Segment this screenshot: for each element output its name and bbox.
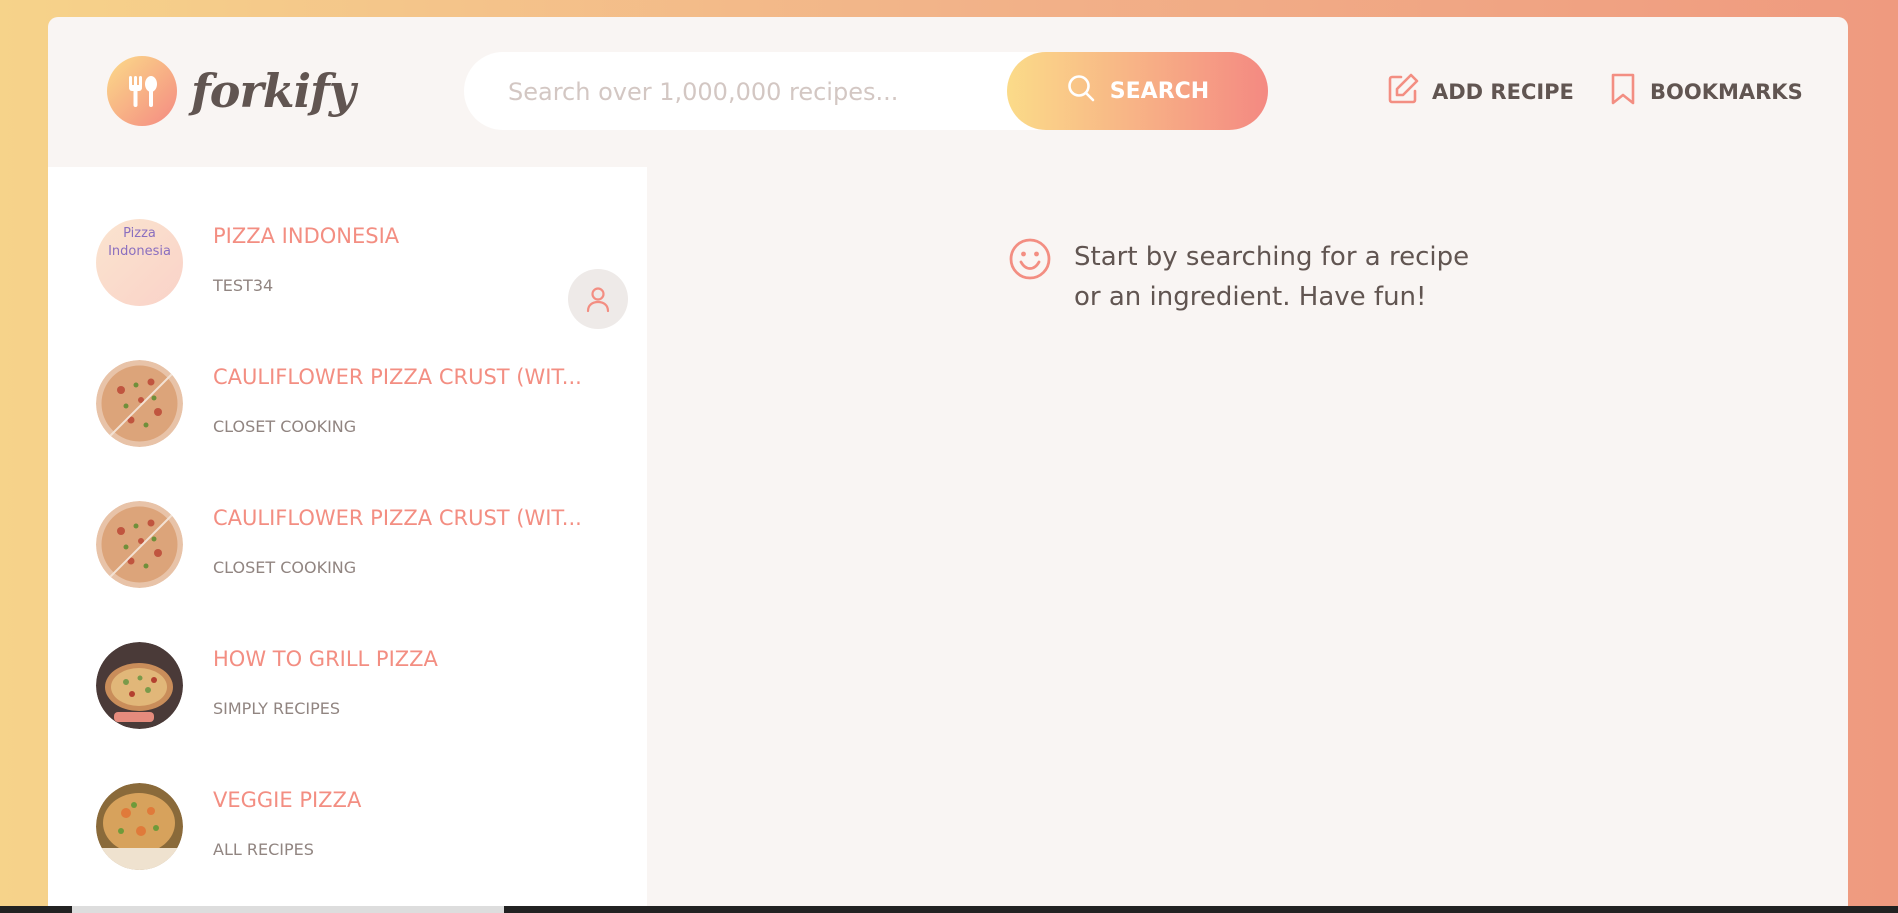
- result-item[interactable]: Pizza Indonesia PIZZA INDONESIA TEST34: [48, 167, 647, 329]
- search-results: Pizza Indonesia PIZZA INDONESIA TEST34 C…: [48, 167, 647, 913]
- result-publisher: TEST34: [213, 276, 274, 295]
- recipe-image: Pizza Indonesia: [96, 219, 183, 306]
- logo-text: forkify: [191, 64, 356, 118]
- result-title: CAULIFLOWER PIZZA CRUST (WIT...: [213, 506, 582, 530]
- app-container: forkify SEARCH ADD RECI: [48, 17, 1848, 913]
- recipe-image-alt: Pizza Indonesia: [108, 226, 171, 259]
- search-icon: [1066, 73, 1096, 109]
- result-publisher: CLOSET COOKING: [213, 558, 357, 577]
- result-publisher: CLOSET COOKING: [213, 417, 357, 436]
- result-item[interactable]: VEGGIE PIZZA ALL RECIPES: [48, 731, 647, 872]
- start-message-text: Start by searching for a recipe or an in…: [1074, 242, 1470, 312]
- search-form: SEARCH: [464, 52, 1268, 132]
- start-message: Start by searching for a recipe or an in…: [1008, 237, 1494, 317]
- taskbar-tab[interactable]: [72, 906, 504, 913]
- search-button[interactable]: SEARCH: [1007, 52, 1268, 130]
- search-button-label: SEARCH: [1109, 78, 1210, 104]
- result-item[interactable]: CAULIFLOWER PIZZA CRUST (WIT... CLOSET C…: [48, 449, 647, 590]
- result-item[interactable]: CAULIFLOWER PIZZA CRUST (WIT... CLOSET C…: [48, 308, 647, 449]
- result-title: CAULIFLOWER PIZZA CRUST (WIT...: [213, 365, 582, 389]
- add-recipe-button[interactable]: ADD RECIPE: [1386, 72, 1574, 111]
- logo[interactable]: forkify: [107, 56, 356, 126]
- bookmarks-button[interactable]: BOOKMARKS: [1608, 72, 1803, 111]
- result-publisher: ALL RECIPES: [213, 840, 314, 859]
- search-input[interactable]: [506, 52, 980, 132]
- recipe-image: [96, 360, 183, 447]
- result-title: HOW TO GRILL PIZZA: [213, 647, 438, 671]
- result-publisher: SIMPLY RECIPES: [213, 699, 341, 718]
- header: forkify SEARCH ADD RECI: [48, 17, 1848, 167]
- edit-icon: [1386, 72, 1420, 111]
- bookmarks-label: BOOKMARKS: [1650, 79, 1803, 104]
- recipe-image: [96, 501, 183, 588]
- smile-icon: [1008, 237, 1052, 285]
- result-title: VEGGIE PIZZA: [213, 788, 362, 812]
- result-item[interactable]: HOW TO GRILL PIZZA SIMPLY RECIPES: [48, 590, 647, 731]
- add-recipe-label: ADD RECIPE: [1432, 79, 1574, 104]
- bookmark-icon: [1608, 72, 1638, 111]
- recipe-image: [96, 642, 183, 729]
- fork-spoon-icon: [107, 56, 177, 126]
- result-title: PIZZA INDONESIA: [213, 224, 400, 248]
- recipe-image: [96, 783, 183, 870]
